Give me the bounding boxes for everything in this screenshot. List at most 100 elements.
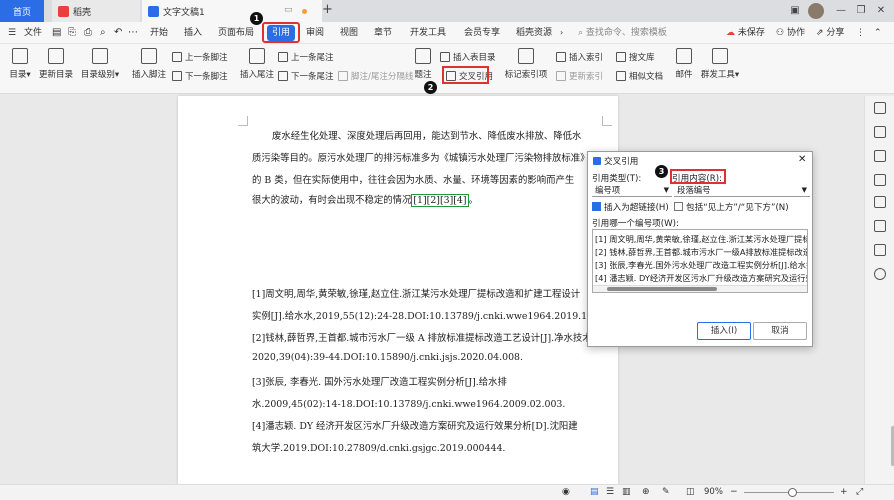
collapse-ribbon-icon[interactable]: ⌃ bbox=[874, 22, 882, 44]
mark-index-label: 标记索引项 bbox=[504, 70, 548, 80]
numbered-items-list[interactable]: [1] 周文明,周华,黄荣敏,徐瑾,赵立住.浙江某污水处理厂提标 [2] 钱林,… bbox=[592, 229, 808, 293]
toc-button[interactable]: 目录▾ bbox=[6, 48, 34, 80]
footnote-separator-button[interactable]: 脚注/尾注分隔线 bbox=[338, 70, 413, 82]
mail-label: 邮件 bbox=[675, 70, 693, 80]
ref-type-select[interactable]: 编号项 ▼ bbox=[592, 185, 672, 197]
menu-bar: ☰ 文件 ▤ ⎘ ⎙ ⌕ ↶ ⋯ 开始 插入 页面布局 引用 审阅 视图 章节 … bbox=[0, 22, 894, 44]
pen-icon[interactable]: ✎ bbox=[662, 487, 670, 497]
tab-document[interactable]: 文字文稿1 ▭ bbox=[142, 0, 322, 22]
menu-page-layout[interactable]: 页面布局 bbox=[218, 22, 254, 44]
new-tab-button[interactable]: + bbox=[322, 2, 333, 17]
menu-view[interactable]: 视图 bbox=[340, 22, 358, 44]
include-above-below-checkbox[interactable] bbox=[674, 202, 683, 211]
prev-footnote-button[interactable]: 上一条脚注 bbox=[172, 51, 228, 63]
monitor-icon[interactable]: ▭ bbox=[284, 5, 293, 15]
caption-button[interactable]: 题注 bbox=[412, 48, 434, 80]
dialog-close-icon[interactable]: ✕ bbox=[798, 154, 806, 165]
web-view-icon[interactable]: ⊕ bbox=[642, 487, 650, 497]
next-footnote-button[interactable]: 下一条脚注 bbox=[172, 70, 228, 82]
reading-view-icon[interactable]: ▥ bbox=[622, 487, 631, 497]
chevron-right-icon[interactable]: › bbox=[560, 22, 563, 44]
save-icon[interactable]: ▤ bbox=[52, 22, 61, 44]
insert-button[interactable]: 插入(I) bbox=[697, 322, 751, 340]
undo-icon[interactable]: ↶ bbox=[114, 22, 122, 44]
list-item[interactable]: [2] 钱林,薛哲界,王首都.城市污水厂一级A排放标准提标改造 bbox=[595, 246, 807, 258]
list-item[interactable]: [1] 周文明,周华,黄荣敏,徐瑾,赵立住.浙江某污水处理厂提标 bbox=[595, 233, 807, 245]
sidebar-navigation-icon[interactable] bbox=[874, 244, 886, 256]
update-toc-button[interactable]: 更新目录 bbox=[38, 48, 74, 80]
insert-endnote-button[interactable]: 插入尾注 bbox=[240, 48, 274, 80]
mark-index-button[interactable]: 标记索引项 bbox=[504, 48, 548, 80]
minimize-icon[interactable]: — bbox=[834, 4, 848, 18]
avatar[interactable] bbox=[808, 3, 824, 19]
more-menu-icon[interactable]: ⋮ bbox=[856, 22, 865, 44]
collab-button[interactable]: ⚇ 协作 bbox=[776, 22, 805, 44]
sidebar-shape-icon[interactable] bbox=[874, 196, 886, 208]
mark-index-icon bbox=[518, 48, 534, 64]
list-item[interactable]: [4] 潘志颖. DY经济开发区污水厂升级改造方案研究及运行效 bbox=[595, 272, 807, 284]
menu-start[interactable]: 开始 bbox=[150, 22, 168, 44]
sidebar-adjust-icon[interactable] bbox=[874, 102, 886, 114]
sidebar-select-icon[interactable] bbox=[874, 174, 886, 186]
close-icon[interactable]: ✕ bbox=[874, 4, 888, 18]
citation-marks[interactable]: [1][2][3][4] bbox=[411, 194, 469, 207]
page-view-icon[interactable]: ▤ bbox=[590, 487, 599, 497]
share-icon: ⇗ bbox=[816, 28, 824, 38]
tab-home[interactable]: 首页 bbox=[0, 0, 44, 22]
fullscreen-icon[interactable]: ⤢ bbox=[856, 487, 863, 497]
ref-line-5: [3]张辰, 李春光. 国外污水处理厂改造工程实例分析[J].给水排 bbox=[252, 377, 507, 388]
outline-view-icon[interactable]: ☰ bbox=[606, 487, 614, 497]
mail-button[interactable]: 邮件 bbox=[672, 48, 696, 80]
menu-chapter[interactable]: 章节 bbox=[374, 22, 392, 44]
zoom-level[interactable]: 90% bbox=[704, 487, 723, 497]
preview-icon[interactable]: ⌕ bbox=[100, 22, 106, 44]
menu-daoke-resources[interactable]: 稻壳资源 bbox=[516, 22, 552, 44]
ref-content-select[interactable]: 段落编号 ▼ bbox=[674, 185, 810, 197]
sidebar-help-icon[interactable] bbox=[874, 268, 886, 280]
zoom-slider-thumb[interactable] bbox=[788, 488, 797, 497]
cancel-button[interactable]: 取消 bbox=[753, 322, 807, 340]
document-page[interactable]: 废水经生化处理、深度处理后再回用，能达到节水、降低废水排放、降低水 质污染等目的… bbox=[178, 96, 618, 500]
export-icon[interactable]: ⎘ bbox=[68, 22, 76, 44]
restore-icon[interactable]: ❐ bbox=[854, 4, 868, 18]
menu-insert[interactable]: 插入 bbox=[184, 22, 202, 44]
fit-icon[interactable]: ◫ bbox=[686, 487, 695, 497]
toc-level-button[interactable]: 目录级别▾ bbox=[78, 48, 122, 80]
update-toc-icon bbox=[48, 48, 64, 64]
sidebar-properties-icon[interactable] bbox=[874, 150, 886, 162]
list-item[interactable]: [3] 张辰,李春光.国外污水处理厂改造工程实例分析[J].给水排 bbox=[595, 259, 807, 271]
unsaved-button[interactable]: ☁ 未保存 bbox=[726, 22, 765, 44]
toc-label: 目录 bbox=[9, 70, 27, 80]
layout-icon[interactable]: ▣ bbox=[788, 4, 802, 18]
endnote-icon bbox=[249, 48, 265, 64]
menu-review[interactable]: 审阅 bbox=[306, 22, 324, 44]
chevron-down-icon: ▼ bbox=[801, 186, 807, 194]
insert-footnote-button[interactable]: 插入脚注 bbox=[130, 48, 168, 80]
similar-docs-button[interactable]: 相似文档 bbox=[616, 70, 663, 82]
more-icon[interactable]: ⋯ bbox=[128, 22, 138, 44]
insert-endnote-label: 插入尾注 bbox=[240, 70, 275, 80]
sidebar-style-icon[interactable] bbox=[874, 126, 886, 138]
zoom-out-icon[interactable]: − bbox=[730, 487, 738, 497]
prev-endnote-button[interactable]: 上一条尾注 bbox=[278, 51, 334, 63]
search-library-button[interactable]: 搜文库 bbox=[616, 51, 655, 63]
menu-dev-tools[interactable]: 开发工具 bbox=[410, 22, 446, 44]
sidebar-table-icon[interactable] bbox=[874, 220, 886, 232]
menu-file[interactable]: 文件 bbox=[24, 22, 42, 44]
search-input[interactable]: ⌕ 查找命令、搜索模板 bbox=[578, 22, 667, 44]
zoom-in-icon[interactable]: + bbox=[840, 487, 848, 497]
print-icon[interactable]: ⎙ bbox=[84, 22, 92, 44]
menu-member[interactable]: 会员专享 bbox=[464, 22, 500, 44]
hamburger-icon[interactable]: ☰ bbox=[8, 22, 16, 44]
insert-hyperlink-checkbox[interactable] bbox=[592, 202, 601, 211]
share-button[interactable]: ⇗ 分享 bbox=[816, 22, 844, 44]
eye-icon[interactable]: ◉ bbox=[562, 487, 570, 497]
mass-tools-button[interactable]: 群发工具▾ bbox=[700, 48, 740, 80]
insert-table-caption-button[interactable]: 插入表目录 bbox=[440, 51, 496, 63]
list-scrollbar-thumb[interactable] bbox=[607, 287, 717, 291]
next-endnote-button[interactable]: 下一条尾注 bbox=[278, 70, 334, 82]
tab-daoke[interactable]: 稻壳 bbox=[52, 0, 140, 22]
insert-index-button[interactable]: 插入索引 bbox=[556, 51, 603, 63]
search-library-label: 搜文库 bbox=[629, 53, 655, 63]
update-index-button[interactable]: 更新索引 bbox=[556, 70, 603, 82]
